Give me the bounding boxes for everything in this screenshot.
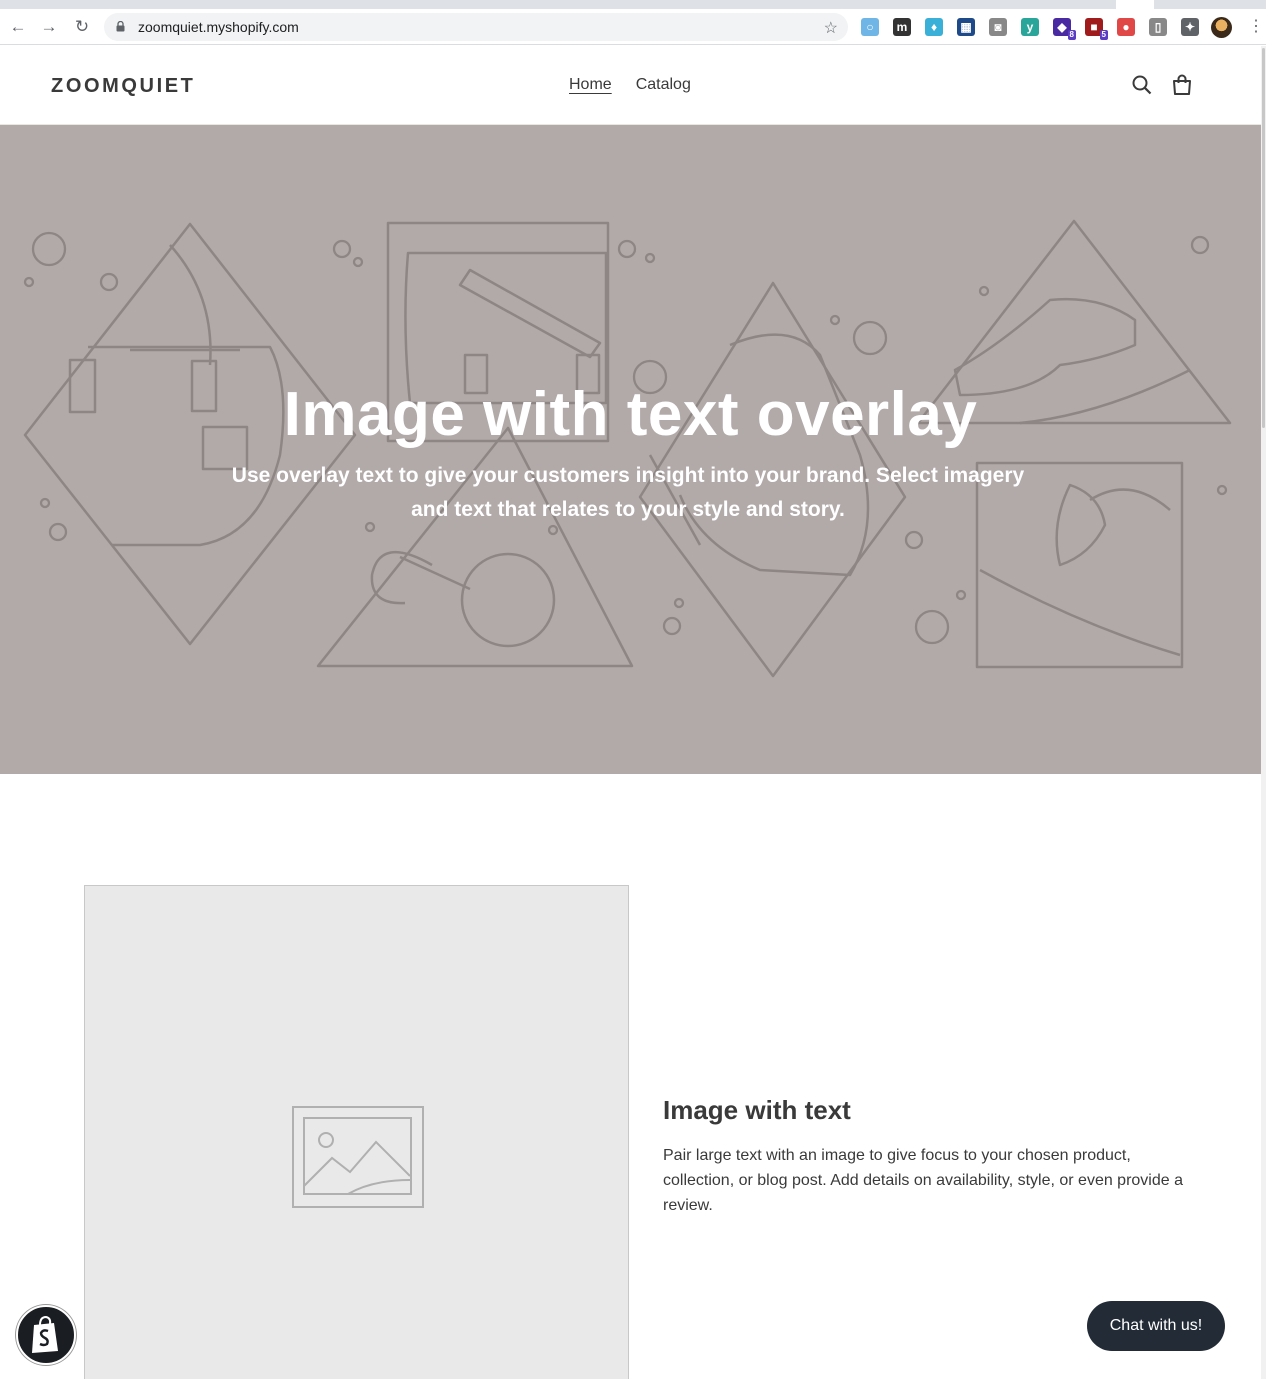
browser-active-tab[interactable]	[1116, 0, 1154, 9]
hero-image-overlay: Image with text overlay Use overlay text…	[0, 125, 1261, 774]
profile-avatar[interactable]	[1211, 17, 1232, 38]
shirt-extension-icon[interactable]: ♦	[925, 18, 943, 36]
page-scrollbar[interactable]	[1261, 46, 1266, 1379]
address-bar[interactable]: zoomquiet.myshopify.com ☆	[104, 13, 848, 41]
shopify-bag-button[interactable]	[16, 1305, 76, 1365]
dice-extension-icon[interactable]: ●	[1117, 18, 1135, 36]
scrollbar-thumb[interactable]	[1262, 48, 1265, 428]
browser-tab-strip	[0, 0, 1266, 9]
shield-extension-icon[interactable]: ■ 5	[1085, 18, 1108, 40]
browser-menu-icon[interactable]: ⋮	[1248, 17, 1264, 37]
book-extension-icon[interactable]: ▯	[1149, 18, 1167, 36]
nav-catalog-link[interactable]: Catalog	[636, 76, 691, 94]
y-extension-icon[interactable]: y	[1021, 18, 1039, 36]
forward-icon[interactable]: →	[39, 17, 59, 37]
back-icon[interactable]: ←	[8, 17, 28, 37]
image-with-text-body: Pair large text with an image to give fo…	[663, 1147, 1183, 1214]
image-with-text-content: Image with text Pair large text with an …	[663, 1095, 1183, 1218]
chat-button[interactable]: Chat with us!	[1087, 1301, 1225, 1351]
image-with-text-heading: Image with text	[663, 1095, 851, 1125]
extension-badge: 8	[1067, 30, 1076, 40]
grid-extension-icon[interactable]: ▦	[957, 18, 975, 36]
hero-subtitle: Use overlay text to give your customers …	[231, 464, 1025, 521]
browser-toolbar: ← → ↻ zoomquiet.myshopify.com ☆ ○ m ♦ ▦ ◙ y ◆ 8…	[0, 9, 1266, 45]
extension-badge: 5	[1099, 30, 1108, 40]
image-with-text-section: Image with text Pair large text with an …	[0, 774, 1261, 1379]
bookmark-star-icon[interactable]: ☆	[824, 18, 838, 38]
site-header: ZOOMQUIET Home Catalog	[0, 46, 1261, 125]
reload-icon[interactable]: ↻	[72, 17, 92, 37]
shopify-bag-icon	[32, 1315, 58, 1353]
camera-extension-icon[interactable]: ◙	[989, 18, 1007, 36]
search-icon[interactable]	[1132, 74, 1152, 96]
cap-extension-icon[interactable]: ◆ 8	[1053, 18, 1076, 40]
lock-icon	[116, 21, 125, 32]
ring-extension-icon[interactable]: ○	[861, 18, 879, 36]
image-placeholder	[84, 885, 629, 1379]
hero-title: Image with text overlay	[283, 380, 978, 449]
store-logo[interactable]: ZOOMQUIET	[51, 75, 196, 98]
nav-home-link[interactable]: Home	[569, 76, 612, 94]
header-icons	[1132, 74, 1192, 96]
url-text: zoomquiet.myshopify.com	[138, 19, 299, 35]
image-placeholder-icon	[292, 1106, 424, 1208]
cart-icon[interactable]	[1172, 74, 1192, 96]
puzzle-extension-icon[interactable]: ✦	[1181, 18, 1199, 36]
m-extension-icon[interactable]: m	[893, 18, 911, 36]
main-nav: Home Catalog	[569, 76, 691, 94]
